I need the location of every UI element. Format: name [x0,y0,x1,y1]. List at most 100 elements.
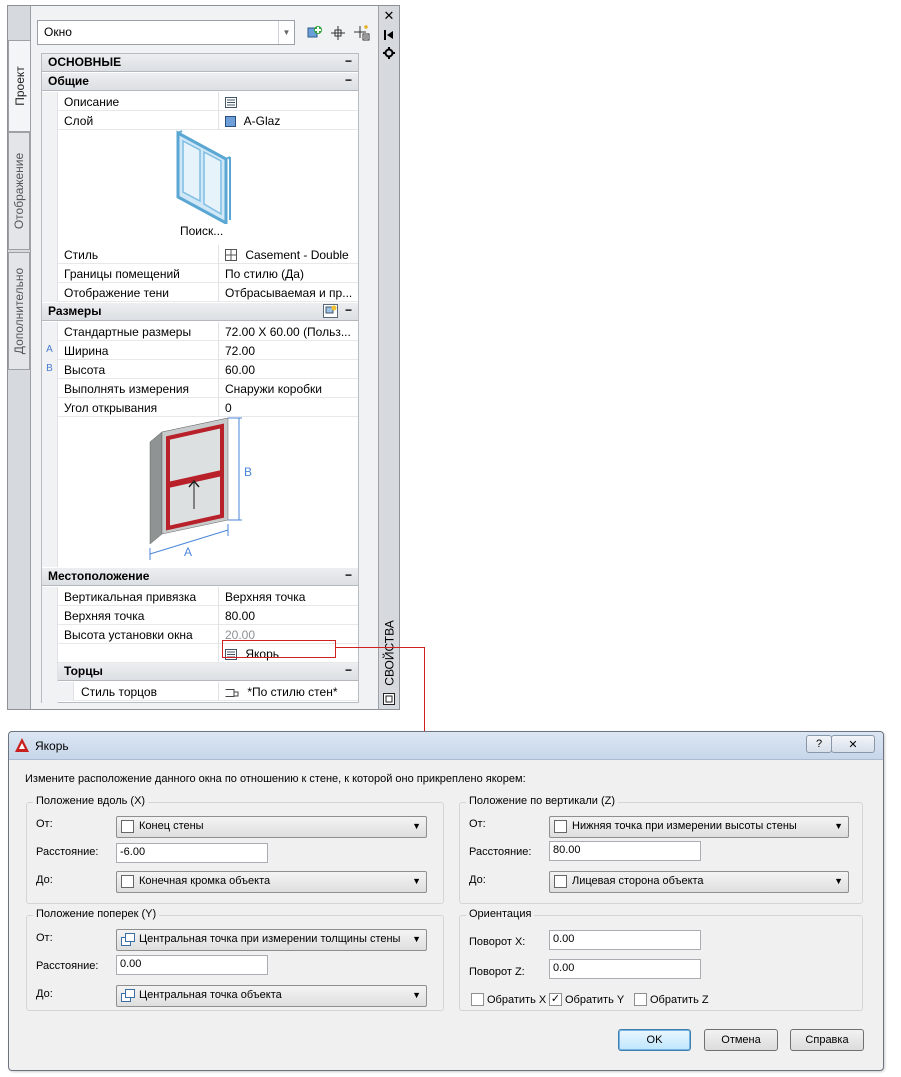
property-row[interactable]: Стиль торцов *По стилю стен* [42,682,358,701]
flip-y-checkbox[interactable]: ✓ Обратить Y [549,993,624,1006]
property-value[interactable]: Снаружи коробки [218,379,358,398]
row-gutter [42,245,58,264]
property-row[interactable]: Вертикальная привязка Верхняя точка [42,587,358,606]
tab-extended-label: Дополнительно [12,267,26,355]
tab-extended[interactable]: Дополнительно [8,252,30,370]
group-along-x: Положение вдоль (X) От: Конец стены ▼ Ра… [26,795,444,904]
along-to-label: До: [36,874,53,886]
object-type-combo[interactable]: Окно ▼ [37,20,295,45]
property-value[interactable]: 80.00 [218,606,358,625]
property-row[interactable]: Стандартные размеры 72.00 X 60.00 (Польз… [42,322,358,341]
property-value[interactable]: Casement - Double [218,245,358,264]
property-value[interactable]: Верхняя точка [218,587,358,606]
property-value[interactable]: По стилю (Да) [218,264,358,283]
ok-button[interactable]: OK [618,1029,691,1051]
along-from-dropdown[interactable]: Конец стены ▼ [116,816,427,838]
property-row[interactable]: B Высота 60.00 [42,360,358,379]
property-name: Угол открывания [64,401,158,415]
property-value[interactable] [218,92,358,111]
vertical-distance-input[interactable]: 80.00 [549,841,701,861]
across-from-label: От: [36,932,53,944]
vertical-to-dropdown[interactable]: Лицевая сторона объекта ▼ [549,871,849,893]
palette-title: СВОЙСТВА [382,620,397,686]
across-distance-input[interactable]: 0.00 [116,955,268,975]
property-name: Ширина [64,344,109,358]
cancel-button[interactable]: Отмена [704,1029,778,1051]
category-dimensions[interactable]: Размеры − [42,303,358,321]
chevron-down-icon: ▼ [412,990,421,1000]
preview-caption[interactable]: Поиск... [180,224,223,238]
collapse-icon[interactable]: − [345,303,352,317]
row-gutter [42,587,58,606]
close-icon[interactable]: ✕ [382,8,396,23]
vertical-from-dropdown[interactable]: Нижняя точка при измерении высоты стены … [549,816,849,838]
across-distance-label: Расстояние: [36,960,99,972]
palette-menu-icon[interactable] [382,692,396,706]
collapse-icon[interactable]: − [345,73,352,87]
property-name: Стиль торцов [81,685,157,699]
properties-gear-icon[interactable] [382,46,396,60]
property-row[interactable]: Границы помещений По стилю (Да) [42,264,358,283]
collapse-icon[interactable]: − [345,568,352,582]
property-row[interactable]: Отображение тени Отбрасываемая и пр... [42,283,358,302]
category-basic[interactable]: ОСНОВНЫЕ − [42,54,358,72]
row-gutter [42,625,58,644]
auto-hide-icon[interactable] [382,28,396,42]
row-gutter [42,111,58,130]
across-to-dropdown[interactable]: Центральная точка объекта ▼ [116,985,427,1007]
property-value[interactable]: 72.00 [218,341,358,360]
row-gutter [42,682,74,701]
collapse-icon[interactable]: − [345,663,352,677]
property-value-text: Снаружи коробки [225,382,322,396]
help-button[interactable]: Справка [790,1029,864,1051]
along-distance-input[interactable]: -6.00 [116,843,268,863]
property-value[interactable]: A-Glaz [218,111,358,130]
property-name: Выполнять измерения [64,382,190,396]
category-general-label: Общие [48,74,89,88]
dialog-titlebar[interactable]: Якорь ? ✕ [9,732,883,760]
palette-title-strip: ✕ СВОЙСТВА [379,6,399,709]
property-value[interactable]: 72.00 X 60.00 (Польз... [218,322,358,341]
property-row[interactable]: Описание [42,92,358,111]
blank-shape-icon [554,875,567,888]
tab-project[interactable]: Проект [8,40,30,132]
quick-select-icon[interactable] [353,24,371,42]
property-row[interactable]: Верхняя точка 80.00 [42,606,358,625]
select-objects-icon[interactable] [329,24,347,42]
palette-content: Окно ▼ ОСНОВНЫЕ − Общие − Описание Слой … [30,6,379,709]
chevron-down-icon: ▼ [834,876,843,886]
category-general[interactable]: Общие − [42,73,358,91]
collapse-icon[interactable]: − [345,54,352,68]
rotation-z-input[interactable]: 0.00 [549,959,701,979]
property-value[interactable]: 60.00 [218,360,358,379]
dimension-grips-icon[interactable] [323,304,338,318]
add-style-icon[interactable] [305,24,323,42]
tab-display-label: Отображение [12,152,27,230]
across-from-dropdown[interactable]: Центральная точка при измерении толщины … [116,929,427,951]
tab-display[interactable]: Отображение [8,132,30,250]
category-ends-label: Торцы [64,664,103,678]
window-style-preview-image[interactable] [172,129,232,224]
chevron-down-icon[interactable]: ▼ [278,21,294,44]
property-value[interactable]: Отбрасываемая и пр... [218,283,358,302]
along-to-dropdown[interactable]: Конечная кромка объекта ▼ [116,871,427,893]
property-row[interactable]: Выполнять измерения Снаружи коробки [42,379,358,398]
rotation-x-input[interactable]: 0.00 [549,930,701,950]
row-gutter [42,92,58,111]
flip-y-label: Обратить Y [565,993,625,1006]
dialog-title: Якорь [35,739,69,753]
properties-palette: Проект Отображение Дополнительно Окно ▼ [7,5,400,710]
property-row[interactable]: A Ширина 72.00 [42,341,358,360]
flip-z-checkbox[interactable]: Обратить Z [634,993,709,1006]
category-ends[interactable]: Торцы − [58,663,358,681]
property-row[interactable]: Стиль Casement - Double [42,245,358,264]
property-value-text: 80.00 [225,609,256,623]
property-value-text: 72.00 X 60.00 (Польз... [225,325,351,339]
ok-label: OK [646,1034,663,1046]
category-location[interactable]: Местоположение − [42,568,358,586]
titlebar-close-button[interactable]: ✕ [831,735,875,753]
property-value[interactable]: *По стилю стен* [218,682,358,701]
property-row[interactable]: Слой A-Glaz [42,111,358,130]
flip-x-checkbox[interactable]: Обратить X [471,993,546,1006]
titlebar-help-button[interactable]: ? [806,735,832,753]
